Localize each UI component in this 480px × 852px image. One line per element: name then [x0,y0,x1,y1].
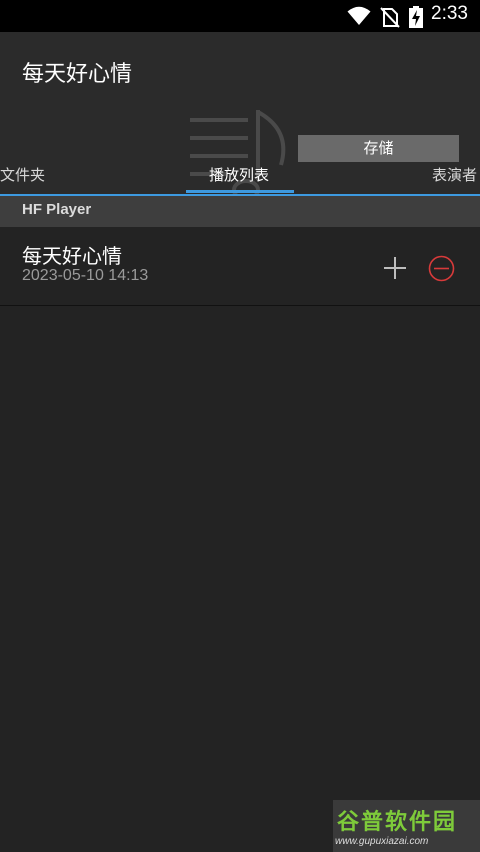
no-sim-icon [380,7,400,28]
section-header: HF Player [0,196,480,227]
playlist-title: 每天好心情 [22,244,122,268]
playlist-item[interactable]: 每天好心情 2023-05-10 14:13 [0,227,480,306]
watermark-url: www.gupuxiazai.com [335,836,429,847]
section-title: HF Player [22,201,92,218]
active-tab-indicator [186,190,294,193]
playlist-date: 2023-05-10 14:13 [22,267,149,284]
battery-charging-icon [409,6,423,28]
tab-artists[interactable]: 表演者 [432,164,477,185]
watermark-title: 谷普软件园 [337,810,458,835]
tab-folders[interactable]: 文件夹 [0,164,45,185]
remove-icon[interactable] [428,255,455,282]
add-icon[interactable] [383,256,407,280]
status-time: 2:33 [431,3,468,24]
page-title: 每天好心情 [22,62,133,87]
watermark: 谷普软件园 www.gupuxiazai.com [333,800,480,852]
wifi-icon [347,6,371,25]
app-header: 每天好心情 存储 文件夹 播放列表 表演者 [0,32,480,201]
save-button[interactable]: 存储 [298,135,459,162]
status-bar: 2:33 [0,0,480,32]
tab-playlists[interactable]: 播放列表 [209,164,269,185]
